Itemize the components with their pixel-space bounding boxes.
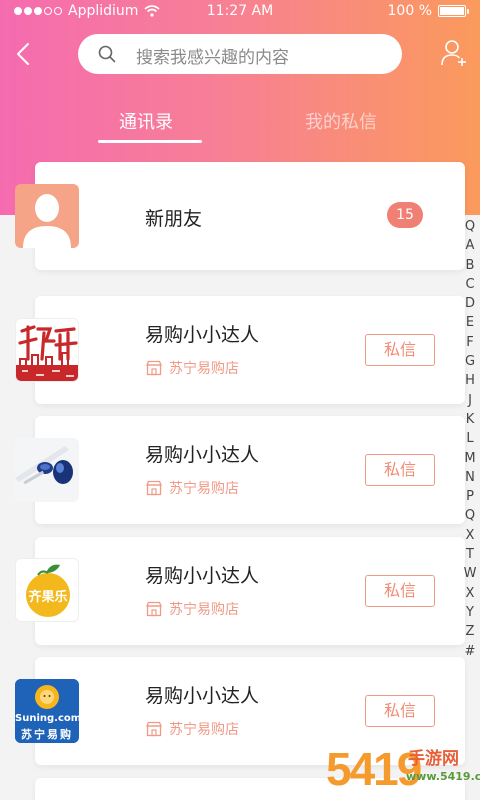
index-letter[interactable]: Q [462, 506, 478, 525]
index-letter[interactable]: P [462, 487, 478, 506]
index-letter[interactable]: H [462, 371, 478, 390]
search-placeholder: 搜索我感兴趣的内容 [136, 48, 289, 68]
nav-row: 搜索我感兴趣的内容 [0, 32, 480, 76]
tab-messages[interactable]: 我的私信 [305, 108, 377, 134]
index-letter[interactable]: K [462, 410, 478, 429]
back-arrow-icon[interactable] [10, 38, 38, 70]
index-letter[interactable]: A [462, 236, 478, 255]
new-friends-count-badge: 15 [387, 202, 423, 228]
index-letter[interactable]: # [462, 642, 478, 661]
index-letter[interactable]: T [462, 545, 478, 564]
index-letter[interactable]: C [462, 275, 478, 294]
index-letter[interactable]: G [462, 352, 478, 371]
tab-contacts[interactable]: 通讯录 [119, 108, 173, 134]
calligraphy-logo-image [16, 319, 78, 381]
contact-store: 苏宁易购店 [145, 478, 239, 498]
index-letter[interactable]: Y [462, 603, 478, 622]
active-tab-indicator [98, 140, 202, 143]
suning-logo-cn-text: 苏宁易购 [21, 728, 73, 741]
watermark-cn: 手游网 [408, 749, 459, 769]
search-icon [98, 45, 116, 63]
index-letter[interactable]: F [462, 333, 478, 352]
contact-name: 易购小小达人 [145, 685, 260, 707]
index-letter[interactable]: X [462, 584, 478, 603]
watermark-url: www.5419.cn [406, 770, 480, 783]
suning-logo-text: Suning.com [15, 713, 79, 724]
store-icon [146, 480, 162, 496]
default-user-icon [23, 194, 71, 248]
index-letter[interactable]: N [462, 468, 478, 487]
store-name: 苏宁易购店 [169, 481, 239, 497]
store-name: 苏宁易购店 [169, 602, 239, 618]
new-friends-label: 新朋友 [145, 208, 203, 230]
private-message-button[interactable]: 私信 [365, 695, 435, 727]
index-letter[interactable]: B [462, 256, 478, 275]
index-letter[interactable]: W [462, 564, 478, 583]
store-name: 苏宁易购店 [169, 722, 239, 738]
new-friends-row[interactable]: 新朋友 15 [35, 162, 465, 270]
private-message-button[interactable]: 私信 [365, 575, 435, 607]
contact-row[interactable]: 易购小小达人 苏宁易购店 私信 [35, 537, 465, 645]
contact-row[interactable]: 易购小小达人 苏宁易购店 私信 [35, 416, 465, 524]
store-icon [146, 721, 162, 737]
store-icon [146, 360, 162, 376]
battery-icon [438, 5, 469, 17]
watermark-number: 5419 [326, 743, 422, 795]
fruit-logo-text: 齐果乐 [28, 590, 68, 605]
status-bar: Applidium 11:27 AM 100 % [0, 0, 480, 24]
new-friends-avatar [15, 184, 79, 248]
index-letter[interactable]: J [462, 391, 478, 410]
private-message-button[interactable]: 私信 [365, 334, 435, 366]
search-input[interactable]: 搜索我感兴趣的内容 [78, 34, 402, 74]
index-letter[interactable]: Q [462, 217, 478, 236]
battery-text: 100 % [387, 3, 432, 19]
private-message-button[interactable]: 私信 [365, 454, 435, 486]
suning-logo-avatar: Suning.com 苏宁易购 [15, 679, 79, 743]
store-name: 苏宁易购店 [169, 361, 239, 377]
cosmetics-photo-avatar [15, 438, 79, 502]
index-letter[interactable]: L [462, 429, 478, 448]
contact-store: 苏宁易购店 [145, 358, 239, 378]
status-right: 100 % [387, 3, 469, 19]
contact-name: 易购小小达人 [145, 324, 260, 346]
cosmetics-photo-image [15, 438, 79, 502]
index-letter[interactable]: Z [462, 622, 478, 641]
contact-row[interactable]: 易购小小达人 苏宁易购店 私信 [35, 296, 465, 404]
site-watermark: 5419 手游网 www.5419.cn [326, 742, 480, 796]
calligraphy-logo-avatar [15, 318, 79, 382]
contact-store: 苏宁易购店 [145, 719, 239, 739]
index-letter[interactable]: X [462, 526, 478, 545]
index-letter[interactable]: E [462, 313, 478, 332]
add-user-icon[interactable] [440, 38, 468, 68]
store-icon [146, 601, 162, 617]
contact-store: 苏宁易购店 [145, 599, 239, 619]
index-letter[interactable]: D [462, 294, 478, 313]
contact-name: 易购小小达人 [145, 444, 260, 466]
tab-bar: 通讯录 我的私信 [0, 100, 480, 146]
fruit-logo-avatar: 齐果乐 [15, 558, 79, 622]
contact-name: 易购小小达人 [145, 565, 260, 587]
alphabet-index-bar[interactable]: Q A B C D E F G H J K L M N P Q X T W X Y Z # [462, 217, 478, 661]
index-letter[interactable]: M [462, 449, 478, 468]
